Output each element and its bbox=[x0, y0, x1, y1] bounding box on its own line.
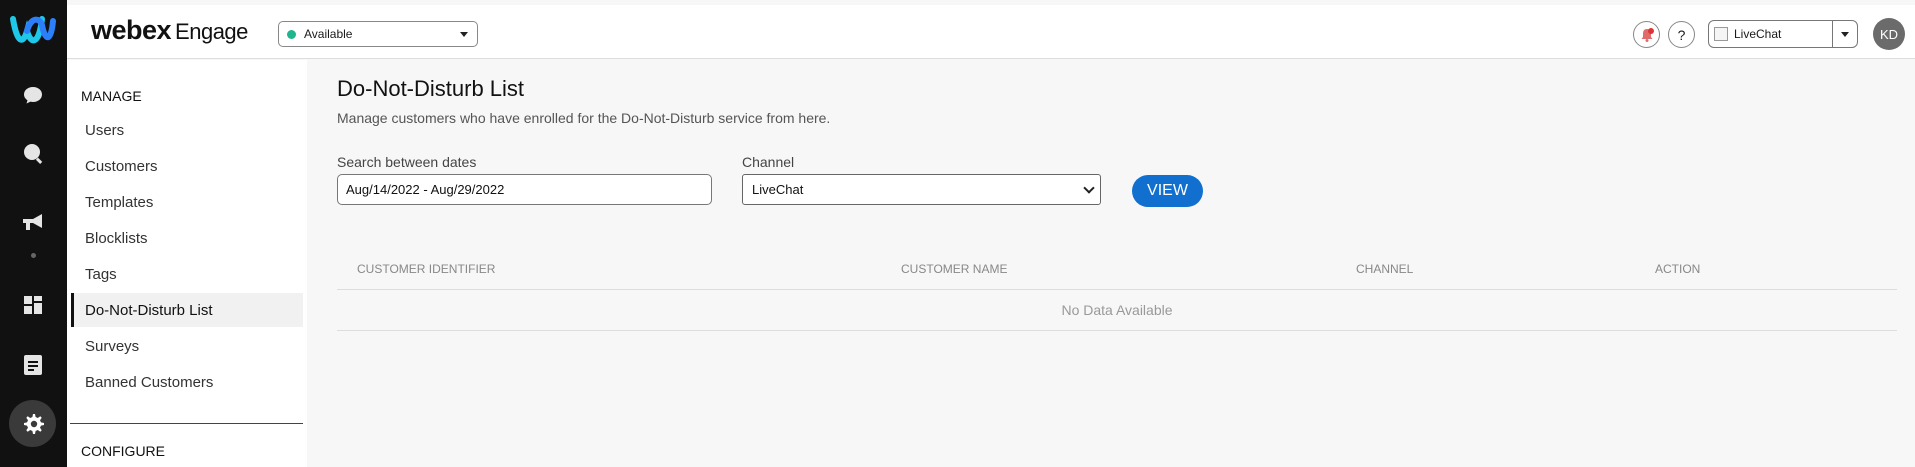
gear-icon bbox=[23, 413, 44, 434]
megaphone-icon[interactable] bbox=[18, 207, 48, 237]
chat-icon[interactable] bbox=[18, 80, 48, 110]
rail-separator-dot bbox=[31, 253, 36, 258]
sidebar-item-blocklists[interactable]: Blocklists bbox=[71, 221, 303, 255]
notifications-button[interactable] bbox=[1633, 21, 1660, 48]
brand-logo: webex Engage bbox=[91, 15, 248, 46]
table-header: CUSTOMER IDENTIFIER CUSTOMER NAME CHANNE… bbox=[337, 250, 1897, 290]
help-icon: ? bbox=[1677, 26, 1686, 43]
dropdown-separator bbox=[1832, 21, 1833, 47]
sidebar-item-tags[interactable]: Tags bbox=[71, 257, 303, 291]
table-empty-row: No Data Available bbox=[337, 290, 1897, 331]
view-button[interactable]: VIEW bbox=[1132, 175, 1203, 207]
settings-button[interactable] bbox=[9, 400, 56, 447]
column-header-customer-name[interactable]: CUSTOMER NAME bbox=[901, 262, 1007, 276]
channel-label: Channel bbox=[742, 154, 795, 170]
page-title: Do-Not-Disturb List bbox=[337, 76, 525, 101]
chevron-down-icon bbox=[1083, 182, 1095, 194]
sidebar-item-do-not-disturb-list[interactable]: Do-Not-Disturb List bbox=[71, 293, 303, 327]
sidebar-divider bbox=[70, 423, 303, 424]
top-header: webex Engage Available ? LiveChat KD bbox=[67, 5, 1915, 59]
no-data-message: No Data Available bbox=[1061, 302, 1173, 318]
date-range-input[interactable]: Aug/14/2022 - Aug/29/2022 bbox=[337, 174, 712, 205]
sidebar-item-surveys[interactable]: Surveys bbox=[71, 329, 303, 363]
sidebar-section-configure: CONFIGURE bbox=[81, 443, 165, 459]
brand-product: Engage bbox=[175, 19, 248, 44]
date-range-label: Search between dates bbox=[337, 154, 477, 170]
page-subtitle: Manage customers who have enrolled for t… bbox=[337, 110, 831, 126]
chevron-down-icon bbox=[1841, 32, 1849, 37]
agent-status-dropdown[interactable]: Available bbox=[278, 21, 478, 47]
status-available-dot bbox=[287, 29, 296, 39]
column-header-action: ACTION bbox=[1655, 262, 1701, 276]
webex-logo-icon[interactable] bbox=[9, 13, 57, 49]
notes-icon[interactable] bbox=[18, 350, 48, 380]
channel-select[interactable]: LiveChat bbox=[742, 174, 1101, 205]
dashboard-icon[interactable] bbox=[18, 290, 48, 320]
search-icon[interactable] bbox=[18, 138, 48, 168]
channel-switcher-label: LiveChat bbox=[1734, 27, 1782, 41]
user-avatar[interactable]: KD bbox=[1873, 18, 1905, 50]
sidebar-item-customers[interactable]: Customers bbox=[71, 149, 303, 183]
left-rail bbox=[0, 0, 67, 467]
channel-image-icon bbox=[1714, 27, 1728, 41]
sidebar-item-templates[interactable]: Templates bbox=[71, 185, 303, 219]
sidebar-section-manage: MANAGE bbox=[81, 88, 142, 104]
notification-icon bbox=[1641, 27, 1654, 42]
sidebar-item-users[interactable]: Users bbox=[71, 113, 303, 147]
chevron-down-icon bbox=[460, 32, 468, 37]
brand-name: webex bbox=[91, 15, 172, 45]
column-header-customer-identifier[interactable]: CUSTOMER IDENTIFIER bbox=[357, 262, 495, 276]
channel-switcher-dropdown[interactable]: LiveChat bbox=[1708, 20, 1858, 48]
sidebar: MANAGE Users Customers Templates Blockli… bbox=[67, 60, 307, 467]
agent-status-label: Available bbox=[304, 27, 353, 41]
help-button[interactable]: ? bbox=[1668, 21, 1695, 48]
channel-select-value: LiveChat bbox=[752, 182, 804, 197]
dnd-table: CUSTOMER IDENTIFIER CUSTOMER NAME CHANNE… bbox=[337, 250, 1897, 331]
sidebar-item-banned-customers[interactable]: Banned Customers bbox=[71, 365, 303, 399]
column-header-channel[interactable]: CHANNEL bbox=[1356, 262, 1413, 276]
